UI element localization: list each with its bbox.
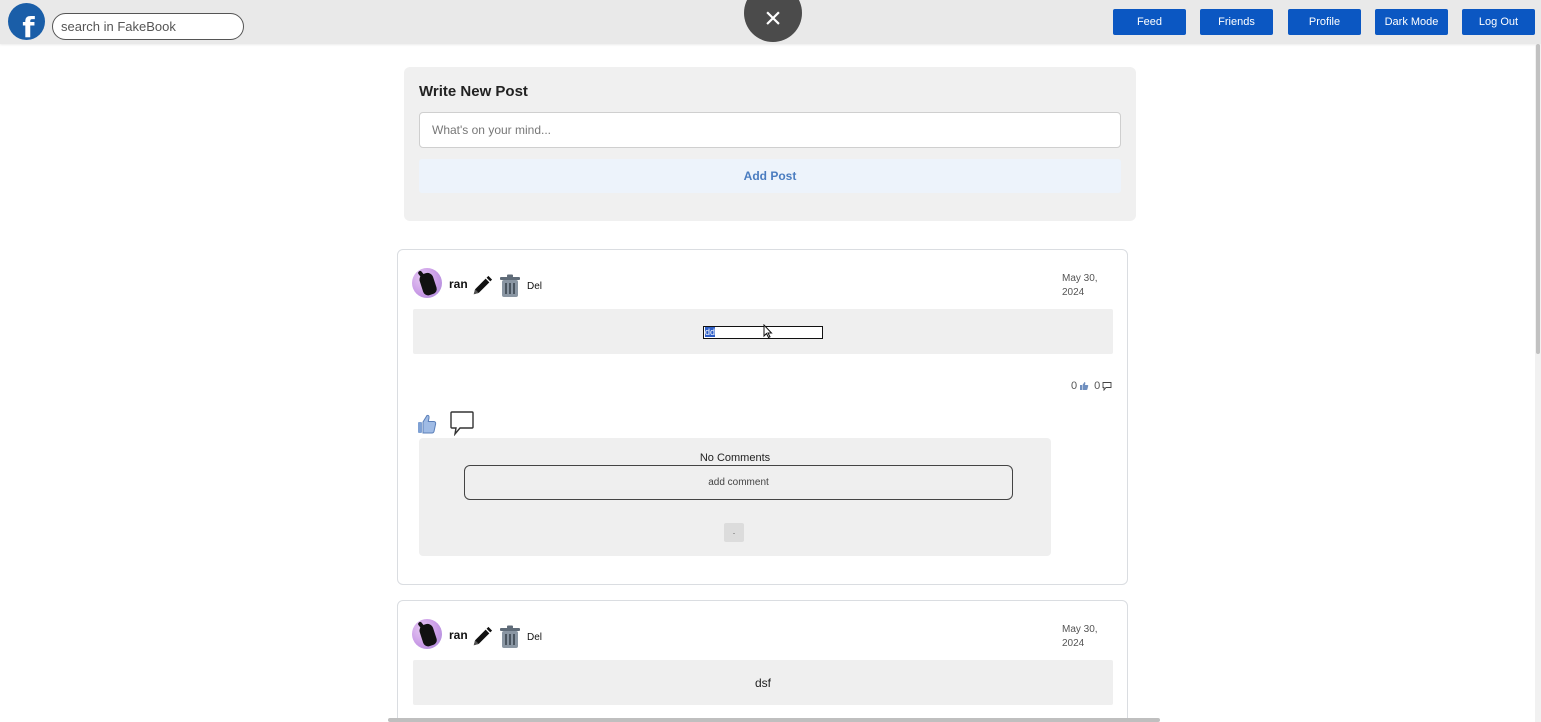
post-card: ran Del May 30, 2024 dd 0 0 No Comments … [397,249,1128,585]
like-count: 0 [1071,380,1078,392]
comment-count: 0 [1094,380,1101,392]
feed-button[interactable]: Feed [1113,9,1186,35]
post-author[interactable]: ran [449,628,468,642]
post-content: dsf [413,660,1113,705]
post-card: ran Del May 30, 2024 dsf [397,600,1128,722]
facebook-logo-icon[interactable]: f [8,3,45,40]
profile-button[interactable]: Profile [1288,9,1361,35]
comments-panel: No Comments · [419,438,1051,556]
no-comments-label: No Comments [699,452,771,464]
page: f × Feed Friends Profile Dark Mode Log O… [0,0,1541,722]
top-navigation-bar: f × Feed Friends Profile Dark Mode Log O… [0,0,1541,44]
scrollbar-thumb[interactable] [1536,44,1540,354]
avatar[interactable] [412,619,442,649]
trash-icon[interactable] [499,274,521,298]
post-content: dd [413,309,1113,354]
comment-bubble-icon [1102,382,1112,391]
pencil-edit-icon[interactable] [471,275,493,297]
close-icon[interactable]: × [744,0,802,42]
reaction-counts: 0 0 [1071,380,1112,392]
write-post-card: Write New Post Add Post [404,67,1136,221]
horizontal-scrollbar[interactable] [388,718,1160,722]
avatar[interactable] [412,268,442,298]
thumbs-up-icon [1080,382,1089,390]
friends-button[interactable]: Friends [1200,9,1273,35]
trash-icon[interactable] [499,625,521,649]
post-text: dsf [754,675,771,690]
post-date: May 30, 2024 [1062,273,1098,298]
like-button-icon[interactable] [416,413,438,435]
add-comment-input[interactable] [464,465,1013,500]
log-out-button[interactable]: Log Out [1462,9,1535,35]
dark-mode-button[interactable]: Dark Mode [1375,9,1448,35]
vertical-scrollbar[interactable] [1535,44,1541,722]
delete-label[interactable]: Del [527,281,542,292]
mouse-cursor-icon [763,324,773,338]
write-post-title: Write New Post [419,83,528,100]
delete-label[interactable]: Del [527,632,542,643]
search-input[interactable] [52,13,244,40]
post-date: May 30, 2024 [1062,624,1098,649]
post-author[interactable]: ran [449,277,468,291]
new-post-input[interactable] [419,112,1121,148]
add-post-button[interactable]: Add Post [419,159,1121,193]
pencil-edit-icon[interactable] [471,626,493,648]
comment-button-icon[interactable] [450,410,474,436]
submit-comment-button[interactable]: · [724,523,744,542]
